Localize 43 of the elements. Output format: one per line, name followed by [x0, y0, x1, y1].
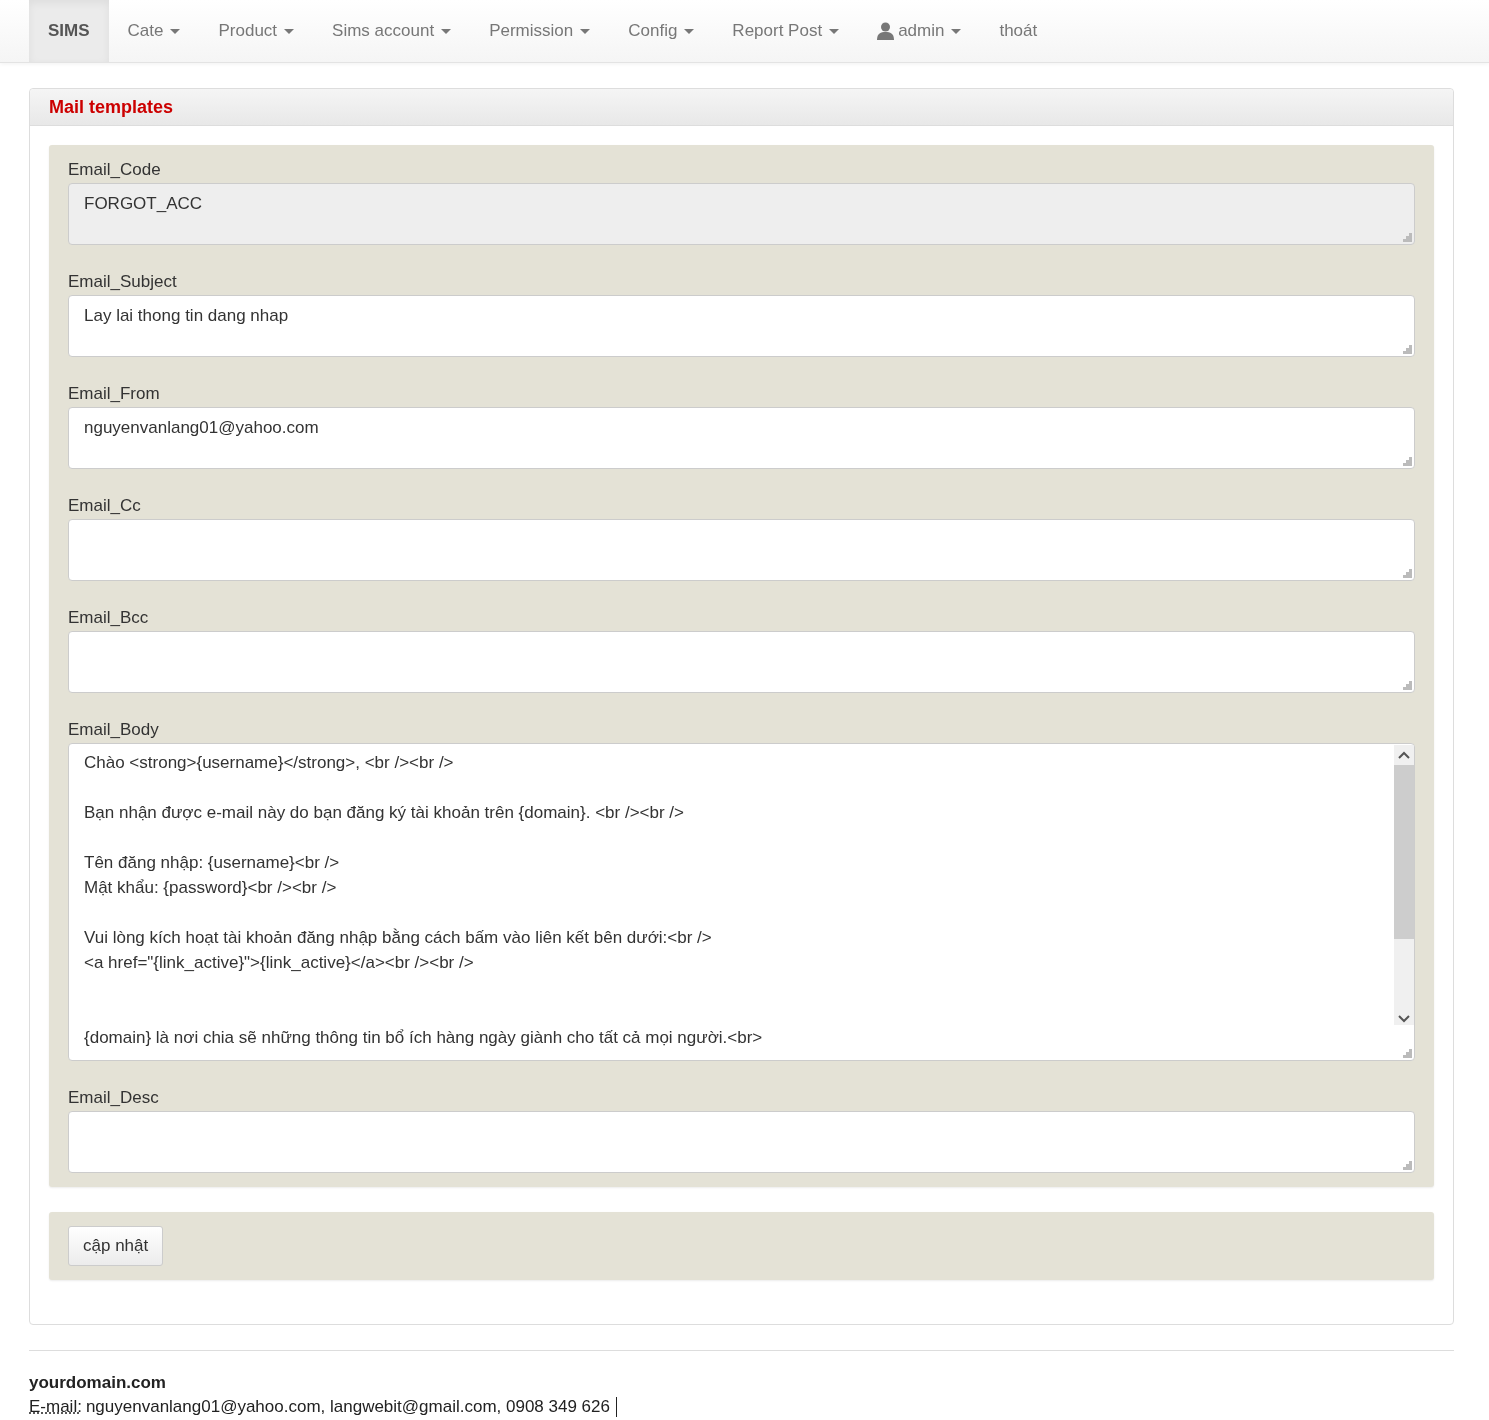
resize-grip-icon — [1403, 345, 1412, 354]
contact-label: E-mail: — [29, 1396, 82, 1418]
panel-title: Mail templates — [49, 96, 175, 118]
resize-grip-icon — [1403, 569, 1412, 578]
resize-grip-icon — [1403, 1049, 1412, 1058]
caret-icon — [580, 28, 591, 34]
brand-link[interactable]: SIMS — [29, 0, 109, 62]
resize-grip-icon — [1403, 233, 1412, 242]
text-area[interactable]: Chào <strong>{username}</strong>, <br /><br /> Bạn nhận được e-mail này do bạn đăng ký tài khoản trên {domain}. <br /><br /> Tên đăng nhập: {username}<br /> Mật khẩu: {password}<br /><br /> Vui lòng kích hoạt tài khoản đăng nhập bằng cách bấm vào liên kết bên dưới:<br /> <a href="{link_active}">{link_active}</a><br /><br /> {domain} là nơi chia sẽ những thông tin bổ ích hàng ngày giành cho tất cả mọi người.<br> — [68, 743, 1415, 1061]
field-label: Email_Bcc — [68, 607, 150, 629]
caret-icon — [951, 28, 962, 34]
caret-icon — [829, 28, 840, 34]
nav-menu[interactable]: Permission — [470, 0, 610, 62]
field-label: Email_From — [68, 383, 161, 405]
caret-icon — [284, 28, 295, 34]
text-area[interactable] — [68, 1111, 1415, 1173]
user-icon — [877, 22, 895, 40]
field-label: Email_Cc — [68, 495, 142, 517]
resize-grip-icon — [1403, 457, 1412, 466]
caret-icon — [684, 28, 695, 34]
resize-grip-icon — [1403, 1161, 1412, 1170]
caret-icon — [441, 28, 452, 34]
nav-menu[interactable]: Config — [609, 0, 714, 62]
nav-menu[interactable]: Report Post — [713, 0, 859, 62]
text-area[interactable] — [68, 519, 1415, 581]
caret-icon — [170, 28, 181, 34]
text-cursor — [616, 1397, 617, 1417]
field-label: Email_Code — [68, 159, 162, 181]
text-area[interactable]: nguyenvanlang01@yahoo.com — [68, 407, 1415, 469]
nav-menu[interactable]: Sims account — [313, 0, 471, 62]
field-label: Email_Desc — [68, 1087, 160, 1109]
contact-details: nguyenvanlang01@yahoo.com, langwebit@gmail.com, 0908 349 626 — [85, 1396, 610, 1418]
logout-link[interactable]: thoát — [980, 0, 1057, 62]
user-menu[interactable]: admin — [858, 0, 981, 62]
nav-menu[interactable]: Product — [199, 0, 314, 62]
nav-menu[interactable]: Cate — [108, 0, 200, 62]
text-area[interactable] — [68, 631, 1415, 693]
footer-site-name: yourdomain.com — [29, 1372, 167, 1394]
update-button[interactable]: cập nhật — [68, 1226, 164, 1266]
text-area[interactable]: Lay lai thong tin dang nhap — [68, 295, 1415, 357]
field-label: Email_Body — [68, 719, 160, 741]
field-label: Email_Subject — [68, 271, 178, 293]
resize-grip-icon — [1403, 681, 1412, 690]
